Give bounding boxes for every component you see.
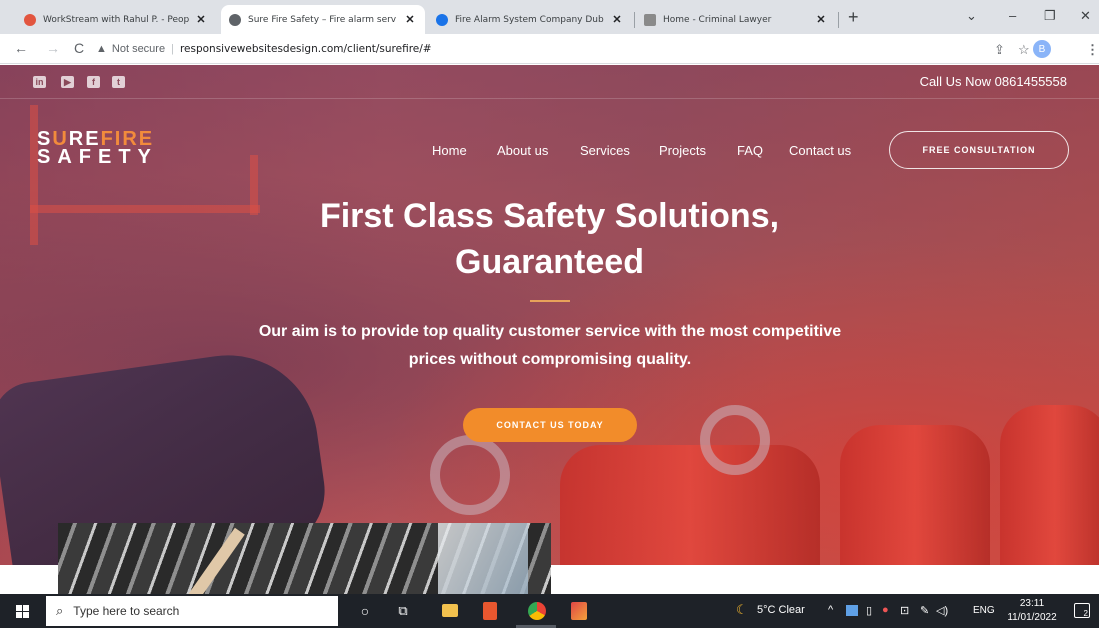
headline-line: Guaranteed [455,243,644,281]
volume-icon[interactable]: ◁) [936,604,948,617]
tray-network-icon[interactable]: ⊡ [900,604,909,617]
valve-image [700,405,770,475]
globe-favicon-icon [229,13,241,26]
chrome-icon[interactable] [528,602,546,620]
logo-safety-text: SAFETY [37,146,158,168]
call-us-phone[interactable]: Call Us Now 0861455558 [920,74,1067,89]
headline-divider [530,300,570,302]
omnibox-divider: | [171,43,174,55]
tagline-line: Our aim is to provide top quality custom… [258,323,842,340]
lawyer-favicon-icon [644,13,656,26]
beam-decoration [183,527,245,594]
tray-alert-icon[interactable]: ● [882,604,889,616]
tab-search-dropdown-icon[interactable]: ⌄ [966,8,977,24]
tray-chevron-icon[interactable]: ^ [828,604,833,616]
weather-moon-icon[interactable]: ☾ [736,602,748,618]
close-window-button[interactable]: ✕ [1080,8,1091,24]
tab-title: WorkStream with Rahul P. - Peop [43,14,190,25]
top-info-bar: in ▶ f t Call Us Now 0861455558 [0,65,1099,99]
extinguisher-image [560,445,820,565]
clock-date: 11/01/2022 [1007,612,1057,623]
tray-app-icon[interactable] [846,605,858,616]
tab-criminal-lawyer[interactable]: Home - Criminal Lawyer ✕ [636,5,836,34]
circle-favicon-icon [436,13,448,26]
tab-title: Home - Criminal Lawyer [663,14,772,25]
hero-headline: First Class Safety Solutions, Guaranteed [0,193,1099,285]
tab-separator [838,12,839,28]
roof-structure-image [58,523,551,594]
free-consultation-button[interactable]: FREE CONSULTATION [889,131,1069,169]
search-placeholder[interactable]: Type here to search [73,604,179,618]
taskbar-clock[interactable]: 23:11 11/01/2022 [1004,597,1060,625]
tray-device-icon[interactable]: ▯ [866,604,872,617]
hero-section: in ▶ f t Call Us Now 0861455558 SUREFIRE… [0,65,1099,565]
tab-title: Fire Alarm System Company Dub [455,14,604,25]
forward-button[interactable]: → [46,40,60,56]
cortana-icon[interactable]: ○ [356,602,374,620]
close-tab-icon[interactable]: ✕ [610,13,624,26]
minimize-button[interactable]: – [1009,8,1016,23]
clock-time: 23:11 [1019,598,1045,609]
close-tab-icon[interactable]: ✕ [403,13,417,26]
security-label[interactable]: Not secure [112,43,165,55]
file-explorer-icon[interactable] [442,604,458,617]
tab-workstream[interactable]: WorkStream with Rahul P. - Peop ✕ [16,5,216,34]
skylight-decoration [438,523,528,594]
reload-button[interactable]: C [74,40,84,56]
nav-services[interactable]: Services [580,143,630,158]
omnibox[interactable]: ▲ Not secure | responsivewebsitesdesign.… [96,38,976,60]
twitter-icon[interactable]: t [112,76,125,88]
address-bar-row: ← → C ▲ Not secure | responsivewebsitesd… [0,34,1099,64]
windows-taskbar: ⌕ Type here to search ○ ⧉ ☾ 5°C Clear ^ … [0,594,1099,628]
new-tab-button[interactable]: + [848,8,859,26]
app-icon[interactable] [571,602,587,620]
tab-sure-fire-safety[interactable]: Sure Fire Safety – Fire alarm serv ✕ [221,5,425,34]
valve-image [430,435,510,515]
tab-fire-alarm-company[interactable]: Fire Alarm System Company Dub ✕ [428,5,632,34]
contact-us-today-button[interactable]: CONTACT US TODAY [463,408,637,442]
nav-home[interactable]: Home [432,143,467,158]
search-icon: ⌕ [56,603,64,618]
language-indicator[interactable]: ENG [973,605,995,616]
nav-faq[interactable]: FAQ [737,143,763,158]
weather-text[interactable]: 5°C Clear [757,604,805,616]
taskbar-search-box[interactable]: ⌕ Type here to search [46,596,338,626]
url-text[interactable]: responsivewebsitesdesign.com/client/sure… [180,43,432,55]
nav-projects[interactable]: Projects [659,143,706,158]
warning-triangle-icon[interactable]: ▲ [96,43,107,55]
tray-pen-icon[interactable]: ✎ [920,604,929,617]
close-tab-icon[interactable]: ✕ [194,13,208,26]
tab-separator [634,12,635,28]
notification-center-icon[interactable]: 2 [1074,603,1090,618]
task-view-icon[interactable]: ⧉ [394,602,412,620]
workstream-favicon-icon [24,13,36,26]
youtube-icon[interactable]: ▶ [61,76,74,88]
surefire-logo[interactable]: SUREFIRE SAFETY [37,129,158,168]
extinguisher-image [1000,405,1099,565]
windows-start-icon[interactable] [16,605,29,618]
office-icon[interactable] [483,602,497,620]
restore-button[interactable]: ❐ [1044,8,1056,24]
chrome-menu-icon[interactable]: ⋮ [1086,42,1099,58]
tab-title: Sure Fire Safety – Fire alarm serv [248,14,397,25]
bookmark-star-icon[interactable]: ☆ [1018,42,1030,58]
hero-tagline: Our aim is to provide top quality custom… [210,318,890,374]
nav-about-us[interactable]: About us [497,143,548,158]
share-icon[interactable]: ⇪ [994,42,1005,58]
profile-avatar[interactable]: B [1033,40,1051,58]
browser-tab-strip: WorkStream with Rahul P. - Peop ✕ Sure F… [0,0,1099,34]
extinguisher-image [840,425,990,565]
back-button[interactable]: ← [14,40,28,56]
facebook-icon[interactable]: f [87,76,100,88]
nav-contact-us[interactable]: Contact us [789,143,851,158]
close-tab-icon[interactable]: ✕ [814,13,828,26]
tagline-line: prices without compromising quality. [408,351,692,368]
linkedin-icon[interactable]: in [33,76,46,88]
headline-line: First Class Safety Solutions, [319,197,780,235]
page-viewport: in ▶ f t Call Us Now 0861455558 SUREFIRE… [0,65,1099,594]
